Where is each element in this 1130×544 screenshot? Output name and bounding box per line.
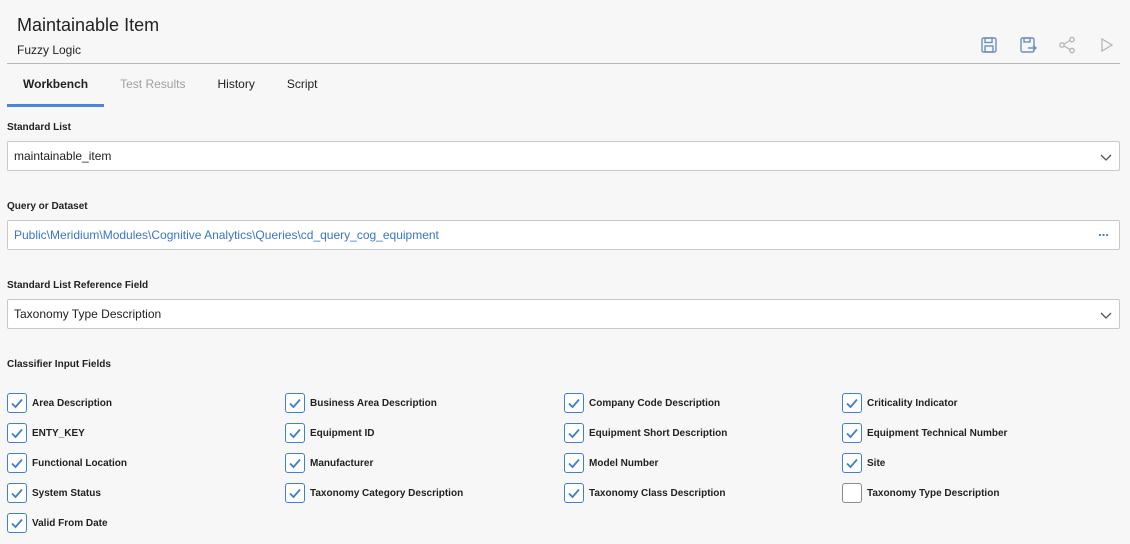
classifier-field-checkbox[interactable]: Manufacturer	[285, 453, 373, 473]
save-as-icon	[1019, 36, 1037, 53]
save-as-button[interactable]	[1017, 34, 1038, 55]
checkbox-checked-icon[interactable]	[285, 483, 305, 503]
standard-list-value: maintainable_item	[14, 149, 112, 163]
page-title: Maintainable Item	[17, 15, 160, 35]
classifier-field-label: Equipment ID	[310, 427, 375, 439]
more-options-icon[interactable]: ...	[1098, 221, 1109, 243]
page-header: Maintainable Item Fuzzy Logic	[7, 0, 1120, 64]
query-label: Query or Dataset	[7, 201, 88, 212]
classifier-field-label: Taxonomy Category Description	[310, 487, 464, 499]
classifier-field-label: Taxonomy Type Description	[867, 487, 1000, 499]
reference-field-value: Taxonomy Type Description	[14, 307, 162, 321]
classifier-field-label: Business Area Description	[310, 397, 437, 409]
classifier-field-checkbox[interactable]: Equipment Technical Number	[842, 423, 1007, 443]
classifier-field-label: Company Code Description	[589, 397, 721, 409]
classifier-field-checkbox[interactable]: Valid From Date	[7, 513, 108, 533]
share-button[interactable]	[1056, 34, 1077, 55]
toolbar	[978, 34, 1116, 55]
run-icon	[1100, 37, 1113, 52]
tab-workbench[interactable]: Workbench	[7, 64, 105, 107]
classifier-field-checkbox[interactable]: Equipment ID	[285, 423, 374, 443]
checkbox-checked-icon[interactable]	[564, 423, 584, 443]
classifier-field-label: Valid From Date	[32, 517, 108, 529]
classifier-field-checkbox[interactable]: System Status	[7, 483, 101, 503]
chevron-down-icon	[1100, 312, 1112, 319]
tab-bar: Workbench Test Results History Script	[7, 64, 334, 107]
checkbox-checked-icon[interactable]	[564, 393, 584, 413]
classifier-field-label: Taxonomy Class Description	[589, 487, 726, 499]
checkbox-checked-icon[interactable]	[285, 423, 305, 443]
classifier-field-checkbox[interactable]: Business Area Description	[285, 393, 437, 413]
checkbox-checked-icon[interactable]	[7, 423, 27, 443]
classifier-field-checkbox[interactable]: Site	[842, 453, 885, 473]
tab-history[interactable]: History	[201, 64, 270, 107]
tab-test-results[interactable]: Test Results	[104, 64, 201, 107]
checkbox-checked-icon[interactable]	[564, 483, 584, 503]
run-button[interactable]	[1095, 34, 1116, 55]
share-icon	[1058, 36, 1075, 53]
classifier-field-label: Site	[867, 457, 886, 469]
classifier-field-checkbox[interactable]: Taxonomy Type Description	[842, 483, 999, 503]
classifier-field-label: Criticality Indicator	[867, 397, 958, 409]
classifier-label: Classifier Input Fields	[7, 359, 111, 370]
classifier-field-label: Area Description	[32, 397, 113, 409]
classifier-field-label: ENTY_KEY	[32, 427, 85, 439]
classifier-field-label: Manufacturer	[310, 457, 374, 469]
classifier-field-label: Model Number	[589, 457, 659, 469]
classifier-field-checkbox[interactable]: Company Code Description	[564, 393, 720, 413]
classifier-field-label: Functional Location	[32, 457, 127, 469]
classifier-field-checkbox[interactable]: ENTY_KEY	[7, 423, 85, 443]
classifier-field-label: System Status	[32, 487, 101, 499]
classifier-field-checkbox[interactable]: Model Number	[564, 453, 658, 473]
checkbox-checked-icon[interactable]	[7, 393, 27, 413]
save-button[interactable]	[978, 34, 999, 55]
classifier-field-checkbox[interactable]: Functional Location	[7, 453, 127, 473]
checkbox-checked-icon[interactable]	[7, 513, 27, 533]
standard-list-select[interactable]: maintainable_item	[7, 141, 1120, 171]
standard-list-label: Standard List	[7, 122, 71, 133]
classifier-field-label: Equipment Short Description	[589, 427, 728, 439]
checkbox-checked-icon[interactable]	[842, 423, 862, 443]
classifier-field-checkbox[interactable]: Criticality Indicator	[842, 393, 958, 413]
tab-script[interactable]: Script	[271, 64, 334, 107]
chevron-down-icon	[1100, 154, 1112, 161]
query-field[interactable]: Public\Meridium\Modules\Cognitive Analyt…	[7, 220, 1120, 250]
checkbox-unchecked-icon[interactable]	[842, 483, 862, 503]
save-icon	[980, 36, 997, 53]
page-subtitle: Fuzzy Logic	[17, 43, 82, 57]
checkbox-checked-icon[interactable]	[7, 453, 27, 473]
checkbox-checked-icon[interactable]	[842, 393, 862, 413]
checkbox-checked-icon[interactable]	[285, 453, 305, 473]
checkbox-checked-icon[interactable]	[285, 393, 305, 413]
classifier-field-checkbox[interactable]: Area Description	[7, 393, 112, 413]
classifier-field-checkbox[interactable]: Equipment Short Description	[564, 423, 727, 443]
checkbox-checked-icon[interactable]	[564, 453, 584, 473]
query-link[interactable]: Public\Meridium\Modules\Cognitive Analyt…	[14, 228, 439, 242]
checkbox-checked-icon[interactable]	[7, 483, 27, 503]
reference-field-label: Standard List Reference Field	[7, 280, 149, 291]
reference-field-select[interactable]: Taxonomy Type Description	[7, 299, 1120, 329]
checkbox-checked-icon[interactable]	[842, 453, 862, 473]
classifier-field-checkbox[interactable]: Taxonomy Category Description	[285, 483, 463, 503]
classifier-field-checkbox[interactable]: Taxonomy Class Description	[564, 483, 726, 503]
classifier-field-label: Equipment Technical Number	[867, 427, 1008, 439]
